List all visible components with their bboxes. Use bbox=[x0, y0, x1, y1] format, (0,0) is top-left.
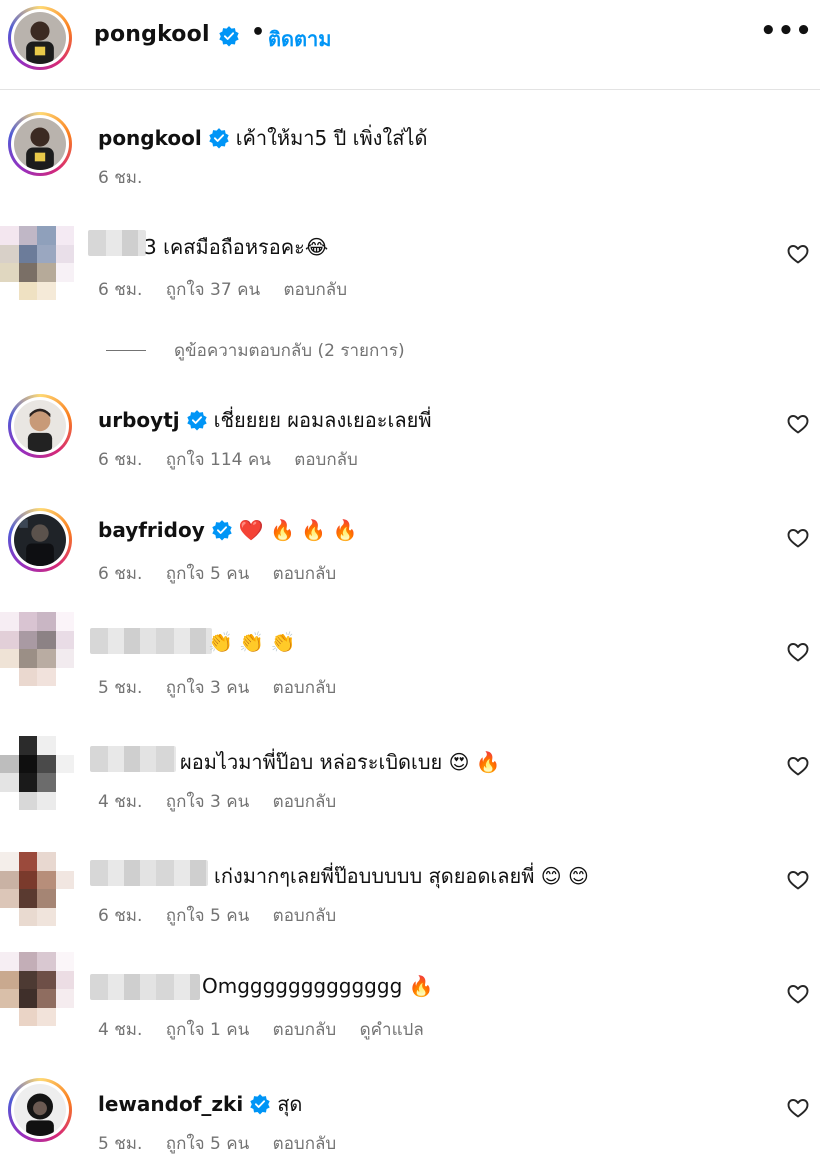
comment-time: 6 ชม. bbox=[98, 450, 143, 470]
more-options-icon[interactable]: ••• bbox=[760, 16, 812, 52]
comment-time: 4 ชม. bbox=[98, 1020, 143, 1040]
comment-text: ผอมไวมาพี่ป๊อบ หล่อระเบิดเบย 😍 🔥 bbox=[180, 750, 501, 774]
comment-time: 6 ชม. bbox=[98, 906, 143, 926]
likes-count[interactable]: ถูกใจ 3 คน bbox=[166, 678, 249, 698]
reply-button[interactable]: ตอบกลับ bbox=[294, 450, 358, 470]
comment-text: 👏 👏 👏 bbox=[208, 630, 296, 654]
heart-icon[interactable] bbox=[786, 1096, 810, 1120]
divider bbox=[106, 350, 146, 351]
translate-button[interactable]: ดูคำแปล bbox=[360, 1020, 424, 1040]
caption-time: 6 ชม. bbox=[98, 168, 143, 188]
verified-badge-icon bbox=[211, 519, 233, 541]
author-avatar[interactable] bbox=[8, 6, 72, 70]
blurred-username bbox=[88, 230, 146, 256]
caption-text: เค้าให้มา5 ปี เพิ่งใส่ได้ bbox=[235, 126, 428, 150]
follow-button[interactable]: ติดตาม bbox=[268, 23, 331, 55]
heart-icon[interactable] bbox=[786, 754, 810, 778]
commenter-avatar[interactable] bbox=[8, 1078, 72, 1142]
view-replies-button[interactable]: ดูข้อความตอบกลับ (2 รายการ) bbox=[106, 337, 405, 364]
view-replies-label: ดูข้อความตอบกลับ (2 รายการ) bbox=[174, 341, 405, 361]
heart-icon[interactable] bbox=[786, 526, 810, 550]
caption-username[interactable]: pongkool bbox=[98, 126, 202, 150]
blurred-avatar[interactable] bbox=[0, 612, 74, 686]
comment-text: สุด bbox=[277, 1092, 303, 1116]
comment-time: 4 ชม. bbox=[98, 792, 143, 812]
separator-dot: • bbox=[251, 20, 266, 45]
comment-row: ผอมไวมาพี่ป๊อบ หล่อระเบิดเบย 😍 🔥 4 ชม. ถ… bbox=[0, 736, 820, 820]
likes-count[interactable]: ถูกใจ 5 คน bbox=[166, 906, 249, 926]
heart-icon[interactable] bbox=[786, 242, 810, 266]
reply-button[interactable]: ตอบกลับ bbox=[273, 792, 337, 812]
commenter-avatar[interactable] bbox=[8, 394, 72, 458]
comment-text: ❤️ 🔥 🔥 🔥 bbox=[238, 518, 358, 542]
commenter-username[interactable]: lewandof_zki bbox=[98, 1092, 243, 1116]
commenter-username[interactable]: urboytj bbox=[98, 408, 180, 432]
blurred-username bbox=[90, 746, 176, 772]
heart-icon[interactable] bbox=[786, 640, 810, 664]
reply-button[interactable]: ตอบกลับ bbox=[273, 564, 337, 584]
comment-row: lewandof_zki สุด 5 ชม. ถูกใจ 5 คน ตอบกลั… bbox=[0, 1076, 820, 1156]
comment-text: เชี่ยยยย ผอมลงเยอะเลยพี่ bbox=[213, 408, 432, 432]
caption-row: pongkool เค้าให้มา5 ปี เพิ่งใส่ได้ 6 ชม. bbox=[0, 110, 820, 190]
blurred-avatar[interactable] bbox=[0, 852, 74, 926]
reply-button[interactable]: ตอบกลับ bbox=[273, 906, 337, 926]
verified-badge-icon bbox=[186, 409, 208, 431]
heart-icon[interactable] bbox=[786, 412, 810, 436]
commenter-avatar[interactable] bbox=[8, 508, 72, 572]
reply-button[interactable]: ตอบกลับ bbox=[283, 280, 347, 300]
blurred-username bbox=[90, 860, 208, 886]
likes-count[interactable]: ถูกใจ 5 คน bbox=[166, 1134, 249, 1154]
verified-badge-icon bbox=[249, 1093, 271, 1115]
reply-button[interactable]: ตอบกลับ bbox=[273, 678, 337, 698]
comment-time: 6 ชม. bbox=[98, 564, 143, 584]
comment-time: 5 ชม. bbox=[98, 678, 143, 698]
comment-row: 👏 👏 👏 5 ชม. ถูกใจ 3 คน ตอบกลับ bbox=[0, 612, 820, 700]
comment-text: 3 เคสมือถือหรอคะ😂 bbox=[144, 235, 329, 259]
likes-count[interactable]: ถูกใจ 114 คน bbox=[166, 450, 271, 470]
reply-button[interactable]: ตอบกลับ bbox=[273, 1020, 337, 1040]
likes-count[interactable]: ถูกใจ 1 คน bbox=[166, 1020, 249, 1040]
likes-count[interactable]: ถูกใจ 3 คน bbox=[166, 792, 249, 812]
comment-time: 5 ชม. bbox=[98, 1134, 143, 1154]
comment-row: Omggggggggggggg 🔥 4 ชม. ถูกใจ 1 คน ตอบกล… bbox=[0, 952, 820, 1042]
verified-badge-icon bbox=[218, 25, 240, 47]
comment-text: เก่งมากๆเลยพี่ป๊อบบบบบ สุดยอดเลยพี่ 😊 😊 bbox=[214, 864, 589, 888]
likes-count[interactable]: ถูกใจ 5 คน bbox=[166, 564, 249, 584]
blurred-avatar[interactable] bbox=[0, 226, 74, 300]
comment-text: Omggggggggggggg 🔥 bbox=[202, 974, 434, 998]
comment-row: urboytj เชี่ยยยย ผอมลงเยอะเลยพี่ 6 ชม. ถ… bbox=[0, 392, 820, 472]
verified-badge-icon bbox=[208, 127, 230, 149]
heart-icon[interactable] bbox=[786, 982, 810, 1006]
post-header: pongkool • ติดตาม ••• bbox=[0, 0, 820, 90]
blurred-username bbox=[90, 974, 200, 1000]
comment-row: 3 เคสมือถือหรอคะ😂 6 ชม. ถูกใจ 37 คน ตอบก… bbox=[0, 222, 820, 312]
comment-time: 6 ชม. bbox=[98, 280, 143, 300]
blurred-username bbox=[90, 628, 212, 654]
comment-row: เก่งมากๆเลยพี่ป๊อบบบบบ สุดยอดเลยพี่ 😊 😊 … bbox=[0, 852, 820, 936]
likes-count[interactable]: ถูกใจ 37 คน bbox=[166, 280, 260, 300]
blurred-avatar[interactable] bbox=[0, 952, 74, 1026]
blurred-avatar[interactable] bbox=[0, 736, 74, 810]
heart-icon[interactable] bbox=[786, 868, 810, 892]
caption-avatar[interactable] bbox=[8, 112, 72, 176]
comment-row: bayfridoy ❤️ 🔥 🔥 🔥 6 ชม. ถูกใจ 5 คน ตอบก… bbox=[0, 506, 820, 586]
reply-button[interactable]: ตอบกลับ bbox=[273, 1134, 337, 1154]
commenter-username[interactable]: bayfridoy bbox=[98, 518, 205, 542]
author-username[interactable]: pongkool bbox=[94, 22, 210, 47]
